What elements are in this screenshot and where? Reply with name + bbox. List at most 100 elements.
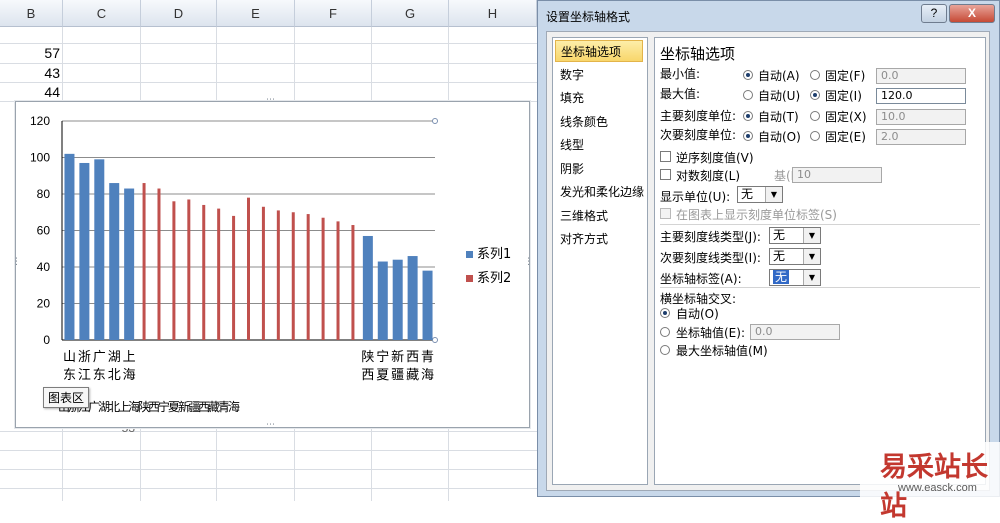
bar-series2 (172, 201, 176, 340)
max-fixed-radio[interactable] (810, 90, 820, 100)
column-header-c[interactable]: C (63, 0, 141, 27)
bar-series2 (217, 208, 221, 340)
minor-tick-type-select[interactable]: 无 ▼ (769, 248, 821, 265)
selection-handle (432, 337, 438, 343)
column-header-h[interactable]: H (449, 0, 537, 27)
y-tick-label: 0 (43, 333, 50, 347)
major-fixed-label: 固定(X) (825, 110, 867, 124)
log-scale-checkbox[interactable] (660, 169, 671, 180)
major-auto-radio[interactable] (743, 111, 753, 121)
minor-fixed-radio[interactable] (810, 131, 820, 141)
nav-item-number[interactable]: 数字 (555, 64, 648, 86)
selection-handle (432, 118, 438, 124)
help-button[interactable]: ? (921, 4, 947, 23)
category-nav: 坐标轴选项 数字 填充 线条颜色 线型 阴影 发光和柔化边缘 三维格式 对齐方式 (552, 37, 648, 485)
max-auto-radio[interactable] (743, 90, 753, 100)
cell-value[interactable]: 57 (0, 45, 60, 61)
y-tick-label: 40 (37, 260, 51, 274)
minor-tick-type-value: 无 (773, 249, 786, 263)
column-header-b[interactable]: B (0, 0, 63, 27)
minor-auto-radio[interactable] (743, 131, 753, 141)
min-fixed-radio[interactable] (810, 70, 820, 80)
show-unit-label-checkbox[interactable] (660, 208, 671, 219)
panel-title: 坐标轴选项 (660, 45, 736, 63)
nav-item-glow[interactable]: 发光和柔化边缘 (555, 181, 648, 203)
y-tick-label: 80 (37, 187, 51, 201)
chart-area-tooltip: 图表区 (43, 387, 90, 408)
bar-series2 (157, 188, 161, 340)
log-scale-label: 对数刻度(L) (676, 169, 741, 183)
legend-item-series1[interactable]: 系列1 (466, 243, 511, 262)
major-fixed-radio[interactable] (810, 111, 820, 121)
column-header-d[interactable]: D (141, 0, 217, 27)
bar-series2 (351, 225, 355, 340)
nav-item-line-color[interactable]: 线条颜色 (555, 111, 648, 133)
min-auto-label: 自动(A) (758, 69, 800, 83)
dropdown-arrow-icon: ▼ (803, 249, 820, 264)
min-auto-radio[interactable] (743, 70, 753, 80)
x-tick-label: 浙江 (77, 350, 91, 383)
close-button[interactable]: X (949, 4, 995, 23)
bar-series1 (407, 256, 418, 340)
minor-unit-field[interactable]: 2.0 (876, 129, 966, 145)
chart-area[interactable]: ⋯ ⋯ ⋮ ⋮ 0 20 40 60 80 100 120 山东 浙江 广东 湖北 上海 陕西 宁夏 新疆… (12, 95, 533, 430)
divider (660, 287, 980, 288)
axis-label-position-label: 坐标轴标签(A): (660, 272, 742, 286)
bar-series1 (362, 235, 373, 340)
display-unit-label: 显示单位(U): (660, 190, 731, 204)
nav-item-fill[interactable]: 填充 (555, 87, 648, 109)
crosses-max-radio[interactable] (660, 345, 670, 355)
log-base-field[interactable]: 10 (792, 167, 882, 183)
min-fixed-label: 固定(F) (825, 69, 866, 83)
max-fixed-label: 固定(I) (825, 89, 862, 103)
x-tick-label: 宁夏 (376, 350, 390, 383)
major-unit-field[interactable]: 10.0 (876, 109, 966, 125)
nav-item-axis-options[interactable]: 坐标轴选项 (555, 40, 643, 62)
major-unit-label: 主要刻度单位: (660, 109, 737, 123)
major-tick-type-label: 主要刻度线类型(J): (660, 230, 761, 244)
bar-series2 (306, 214, 310, 340)
major-auto-label: 自动(T) (758, 110, 799, 124)
nav-item-line-style[interactable]: 线型 (555, 134, 648, 156)
nav-item-3d-format[interactable]: 三维格式 (555, 205, 648, 227)
bar-series2 (187, 199, 191, 340)
bar-series1 (64, 153, 75, 340)
nav-item-alignment[interactable]: 对齐方式 (555, 228, 648, 250)
y-tick-label: 100 (30, 151, 50, 165)
legend-item-series2[interactable]: 系列2 (466, 267, 511, 286)
min-value-field[interactable]: 0.0 (876, 68, 966, 84)
column-header-g[interactable]: G (372, 0, 449, 27)
crosses-auto-radio[interactable] (660, 308, 670, 318)
minor-tick-type-label: 次要刻度线类型(I): (660, 251, 761, 265)
max-value-field[interactable]: 120.0 (876, 88, 966, 104)
show-unit-label-text: 在图表上显示刻度单位标签(S) (676, 208, 837, 222)
column-header-e[interactable]: E (217, 0, 295, 27)
display-unit-select[interactable]: 无 ▼ (737, 186, 783, 203)
crosses-value-radio[interactable] (660, 327, 670, 337)
cell-value[interactable]: 43 (0, 65, 60, 81)
overlapped-axis-text: 陕西宁夏新疆西藏青海 (138, 400, 240, 414)
column-header-f[interactable]: F (295, 0, 372, 27)
legend-label: 系列2 (477, 271, 512, 286)
major-tick-type-select[interactable]: 无 ▼ (769, 227, 821, 244)
x-tick-label: 新疆 (391, 350, 405, 383)
crosses-value-field[interactable]: 0.0 (750, 324, 840, 340)
bar-series2 (336, 221, 340, 340)
axis-label-position-value: 无 (773, 270, 790, 284)
x-tick-label: 湖北 (107, 350, 121, 383)
crosses-max-label: 最大坐标轴值(M) (676, 344, 768, 358)
dialog-title: 设置坐标轴格式 (546, 10, 631, 24)
minor-unit-label: 次要刻度单位: (660, 128, 737, 142)
watermark-url: www.easck.com (898, 482, 977, 494)
y-tick-label: 20 (37, 297, 51, 311)
nav-item-shadow[interactable]: 阴影 (555, 158, 648, 180)
axis-label-position-select[interactable]: 无 ▼ (769, 269, 821, 286)
dialog-titlebar[interactable]: 设置坐标轴格式 ? X (538, 1, 999, 31)
reverse-order-checkbox[interactable] (660, 151, 671, 162)
x-tick-label: 山东 (62, 350, 76, 383)
cell-value[interactable]: 44 (0, 84, 60, 100)
format-axis-dialog[interactable]: 设置坐标轴格式 ? X 坐标轴选项 数字 填充 线条颜色 线型 阴影 发光和柔化… (537, 0, 1000, 497)
max-auto-label: 自动(U) (758, 89, 801, 103)
major-tick-type-value: 无 (773, 228, 786, 242)
legend-swatch-red (466, 275, 473, 282)
